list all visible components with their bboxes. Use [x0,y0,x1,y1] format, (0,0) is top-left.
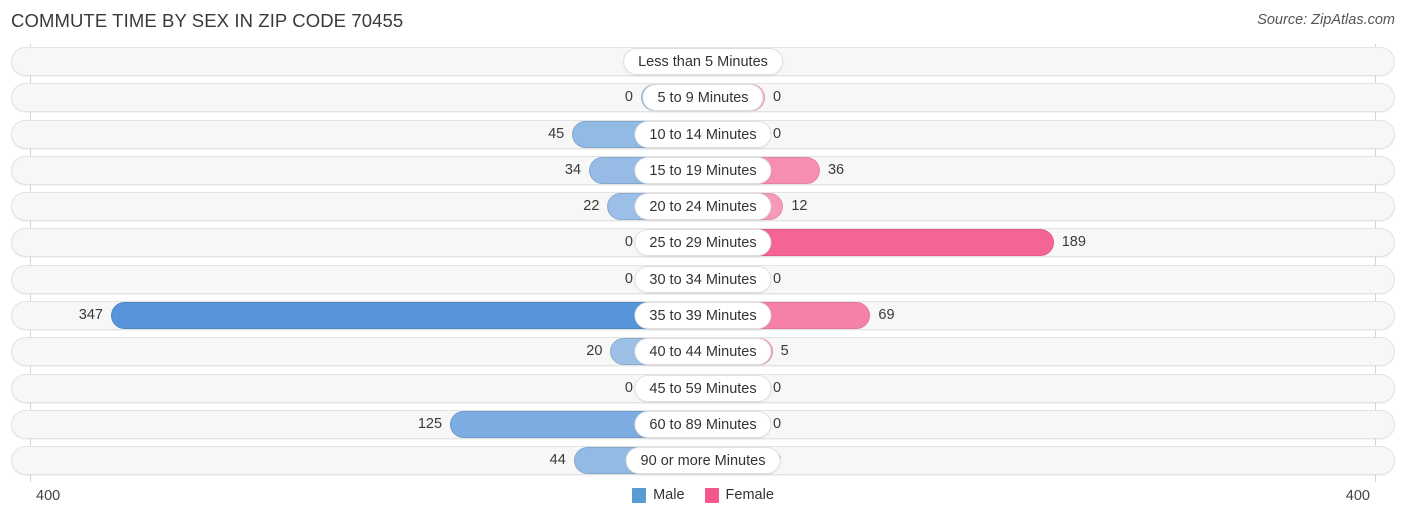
bar-value-female: 0 [773,47,851,76]
bar-value-male: 0 [624,270,633,287]
bar-value-female: 12 [791,198,808,215]
bar-value-male: 34 [564,161,582,178]
bar-value-male: 347 [78,307,103,324]
category-label: 90 or more Minutes [625,447,781,475]
chart-plot-area: 00Less than 5 Minutes005 to 9 Minutes450… [0,44,1406,482]
table-row[interactable]: 0 0Less than 5 Minutes [0,44,1406,80]
bar-value-female: 189 [1061,234,1086,251]
bar-value-male: 44 [549,452,566,469]
category-label: 40 to 44 Minutes [634,338,772,366]
bar-value-male: 45 [548,125,565,142]
category-label: 30 to 34 Minutes [634,265,772,293]
category-label: 5 to 9 Minutes [642,84,764,112]
chart-footer: 400 400 Male Female [0,482,1406,522]
legend-swatch-male-icon [632,487,647,503]
category-label: Less than 5 Minutes [623,48,783,75]
category-label: 20 to 24 Minutes [634,193,772,221]
page-title: COMMUTE TIME BY SEX IN ZIP CODE 70455 [11,10,404,31]
bar-value-female: 0 [773,379,782,396]
bar-value-female: 5 [780,343,789,360]
category-label: 35 to 39 Minutes [634,302,772,330]
table-row[interactable]: 0 189 25 to 29 Minutes [0,225,1406,261]
table-row[interactable]: 22 12 20 to 24 Minutes [0,189,1406,225]
bar-value-female: 0 [773,89,782,106]
table-row[interactable]: 0 0 5 to 9 Minutes [0,80,1406,116]
table-row[interactable]: 0 0 30 to 34 Minutes [0,262,1406,298]
source-attribution: Source: ZipAtlas.com [1257,12,1395,28]
bar-value-male: 22 [583,198,600,215]
bar-value-female: 69 [878,307,895,324]
bar-value-female: 36 [827,161,845,178]
table-row[interactable]: 34 36 15 to 19 Minutes [0,153,1406,189]
table-row[interactable]: 45 0 10 to 14 Minutes [0,117,1406,153]
category-label: 45 to 59 Minutes [634,374,772,402]
table-row[interactable]: 125 0 60 to 89 Minutes [0,407,1406,443]
legend-swatch-female-icon [704,487,719,503]
legend-label-male: Male [653,487,685,503]
chart-header: COMMUTE TIME BY SEX IN ZIP CODE 70455 So… [0,0,1406,44]
bar-value-male: 125 [417,415,443,432]
category-label: 15 to 19 Minutes [634,156,772,184]
table-row[interactable]: 44 090 or more Minutes [0,443,1406,479]
bar-value-female: 0 [773,446,851,475]
category-label: 25 to 29 Minutes [634,229,772,257]
bar-value-female: 0 [773,415,782,432]
bar-value-male: 0 [624,379,633,396]
bar-male[interactable] [110,302,703,330]
bar-value-female: 0 [773,270,782,287]
category-label: 10 to 14 Minutes [634,120,772,148]
category-label: 60 to 89 Minutes [634,410,772,438]
legend-item-female[interactable]: Female [704,487,774,503]
legend-label-female: Female [725,487,774,503]
bar-value-male: 20 [586,343,603,360]
bar-value-male: 0 [624,234,633,251]
bar-rows-container: 00Less than 5 Minutes005 to 9 Minutes450… [0,44,1406,480]
chart-legend: Male Female [0,487,1406,503]
bar-value-male: 0 [624,89,633,106]
table-row[interactable]: 0 0 45 to 59 Minutes [0,371,1406,407]
bar-value-female: 0 [773,125,782,142]
legend-item-male[interactable]: Male [632,487,685,503]
table-row[interactable]: 347 69 35 to 39 Minutes [0,298,1406,334]
bar-value-male: 0 [555,47,633,76]
table-row[interactable]: 20 5 40 to 44 Minutes [0,334,1406,370]
